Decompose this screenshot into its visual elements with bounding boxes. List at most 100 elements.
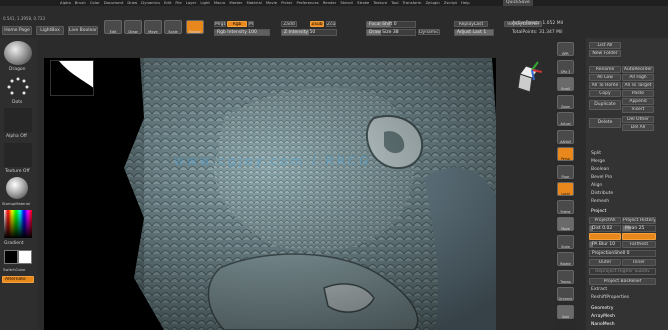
copy-button[interactable]: Copy — [589, 90, 621, 97]
dynamic-button[interactable]: Dynamic — [418, 29, 440, 35]
reshift-properties-menu[interactable]: ReshiftProperties — [589, 294, 629, 302]
stroke-dots-icon[interactable] — [6, 76, 30, 98]
shelf-button-dynamic[interactable]: Dynamic — [557, 287, 574, 301]
scale-button[interactable]: Scale — [164, 20, 182, 34]
alternate-button[interactable]: Alternate — [2, 276, 34, 283]
append-button[interactable]: Append — [622, 98, 654, 105]
zadd-button[interactable]: Zadd — [281, 21, 297, 27]
brush-thumbnail[interactable] — [4, 41, 32, 65]
home-page-tab[interactable]: Home Page — [2, 26, 32, 35]
replay-last-button[interactable]: ReplayLast — [454, 21, 488, 27]
shelf-button-move[interactable]: Move — [557, 217, 574, 231]
mean-slider[interactable]: Mean 25 — [622, 225, 656, 232]
m-button[interactable]: M — [248, 21, 254, 27]
menu-item-macro[interactable]: Macro — [214, 0, 226, 6]
shelf-button-transp[interactable]: Transp — [557, 269, 574, 284]
shelf-button-floor[interactable]: Floor — [557, 164, 574, 179]
shelf-button-bpr[interactable]: BPR — [557, 42, 574, 56]
duplicate-button[interactable]: Duplicate — [589, 100, 621, 110]
menu-item-draw[interactable]: Draw — [127, 0, 137, 6]
zcut-button[interactable]: Zcut — [326, 21, 336, 27]
shelf-button-actual[interactable]: Actual — [557, 112, 574, 126]
outer-button[interactable]: Outer — [589, 259, 621, 266]
menu-item-texture[interactable]: Texture — [373, 0, 387, 6]
farthest-button[interactable]: Farthest — [622, 241, 656, 248]
pa-blur-slider[interactable]: PA Blur 10 — [589, 241, 621, 248]
lightbox-tab[interactable]: LightBox — [36, 26, 64, 35]
farthest-toggle[interactable] — [622, 233, 656, 240]
shelf-button-solo[interactable]: Solo — [557, 304, 574, 319]
zsub-button[interactable]: Zsub — [310, 21, 324, 27]
menu-item-tool[interactable]: Tool — [391, 0, 398, 6]
extract-menu[interactable]: Extract — [589, 286, 607, 294]
menu-item-stroke[interactable]: Stroke — [357, 0, 369, 6]
all-to-target-button[interactable]: All To Target — [622, 82, 654, 89]
move-button[interactable]: Move — [144, 20, 162, 34]
list-all-button[interactable]: List All — [589, 42, 621, 49]
switch-color-label[interactable]: SwitchColor — [3, 267, 25, 272]
shelf-button-spix-3[interactable]: SPix 3 — [557, 59, 574, 74]
menu-item-marker[interactable]: Marker — [229, 0, 242, 6]
shelf-button-scale[interactable]: Scale — [557, 234, 574, 249]
all-high-button[interactable]: All High — [622, 74, 654, 81]
boolean-menu[interactable]: Boolean — [589, 166, 609, 174]
shelf-button-local[interactable]: Local — [557, 182, 574, 196]
reproject-higher-button[interactable]: Reproject Higher Subdiv — [589, 268, 656, 275]
main-color-swatch[interactable] — [4, 250, 18, 264]
menu-item-movie[interactable]: Movie — [266, 0, 277, 6]
color-picker[interactable] — [4, 210, 32, 238]
focal-shift-slider[interactable]: Focal Shift 0 — [366, 21, 416, 28]
menu-item-brush[interactable]: Brush — [75, 0, 86, 6]
menu-item-document[interactable]: Document — [104, 0, 124, 6]
align-menu[interactable]: Align — [589, 182, 602, 190]
delete-button[interactable]: Delete — [589, 118, 621, 128]
menu-item-file[interactable]: File — [175, 0, 181, 6]
texture-slot[interactable] — [4, 143, 32, 167]
viewport[interactable]: www.cgjoy.com / RRCG — [44, 58, 496, 330]
menu-item-dynamics[interactable]: Dynamics — [141, 0, 160, 6]
pa-blur-toggle[interactable] — [589, 233, 621, 240]
menu-item-preferences[interactable]: Preferences — [296, 0, 318, 6]
menu-item-color[interactable]: Color — [90, 0, 100, 6]
live-boolean-tab[interactable]: Live Boolean — [68, 26, 98, 35]
arraymesh-menu[interactable]: ArrayMesh — [589, 313, 615, 321]
all-to-home-button[interactable]: All To Home — [589, 82, 621, 89]
menu-item-stencil[interactable]: Stencil — [340, 0, 353, 6]
shelf-button-aahalf[interactable]: AAHalf — [557, 129, 574, 144]
rotate-button[interactable]: Rotate — [186, 20, 204, 34]
menu-item-material[interactable]: Material — [246, 0, 261, 6]
insert-button[interactable]: Insert — [622, 106, 654, 113]
rename-button[interactable]: Rename — [589, 66, 621, 73]
inner-button[interactable]: Inner — [622, 259, 656, 266]
shelf-button-frame[interactable]: Frame — [557, 199, 574, 214]
material-sphere[interactable] — [6, 177, 28, 199]
adjust-last-slider[interactable]: Adjust Last 1 — [454, 29, 494, 36]
alpha-slot[interactable] — [4, 108, 32, 132]
quicksave-button[interactable]: QuickSave — [503, 0, 533, 6]
del-all-button[interactable]: Del All — [622, 124, 654, 131]
menu-item-alpha[interactable]: Alpha — [60, 0, 71, 6]
project-history-button[interactable]: Project History — [622, 217, 656, 224]
z-intensity-slider[interactable]: Z Intensity 50 — [281, 29, 337, 36]
shelf-button-persp[interactable]: Persp — [557, 147, 574, 161]
axis-gizmo-icon[interactable] — [502, 60, 544, 102]
menu-item-render[interactable]: Render — [323, 0, 337, 6]
merge-menu[interactable]: Merge — [589, 158, 605, 166]
menu-item-light[interactable]: Light — [200, 0, 209, 6]
menu-item-transform[interactable]: Transform — [403, 0, 422, 6]
menu-item-zplugin[interactable]: Zplugin — [425, 0, 439, 6]
rgb-intensity-slider[interactable]: Rgb Intensity 100 — [214, 29, 270, 36]
draw-size-slider[interactable]: Draw Size 38 — [366, 29, 416, 36]
menu-item-picker[interactable]: Picker — [281, 0, 292, 6]
all-low-button[interactable]: All Low — [589, 74, 621, 81]
projection-shell-slider[interactable]: ProjectionShell 0 — [589, 250, 656, 257]
menu-item-help[interactable]: Help — [461, 0, 470, 6]
project-all-button[interactable]: ProjectAll — [589, 217, 621, 224]
secondary-color-swatch[interactable] — [18, 250, 32, 264]
menu-item-zscript[interactable]: Zscript — [444, 0, 457, 6]
menu-item-layer[interactable]: Layer — [186, 0, 197, 6]
auto-reorder-button[interactable]: AutoReorder — [622, 66, 654, 73]
geometry-menu[interactable]: Geometry — [589, 305, 613, 313]
bevel-pro-menu[interactable]: Bevel Pro — [589, 174, 612, 182]
navigator-thumbnail[interactable] — [50, 60, 94, 96]
